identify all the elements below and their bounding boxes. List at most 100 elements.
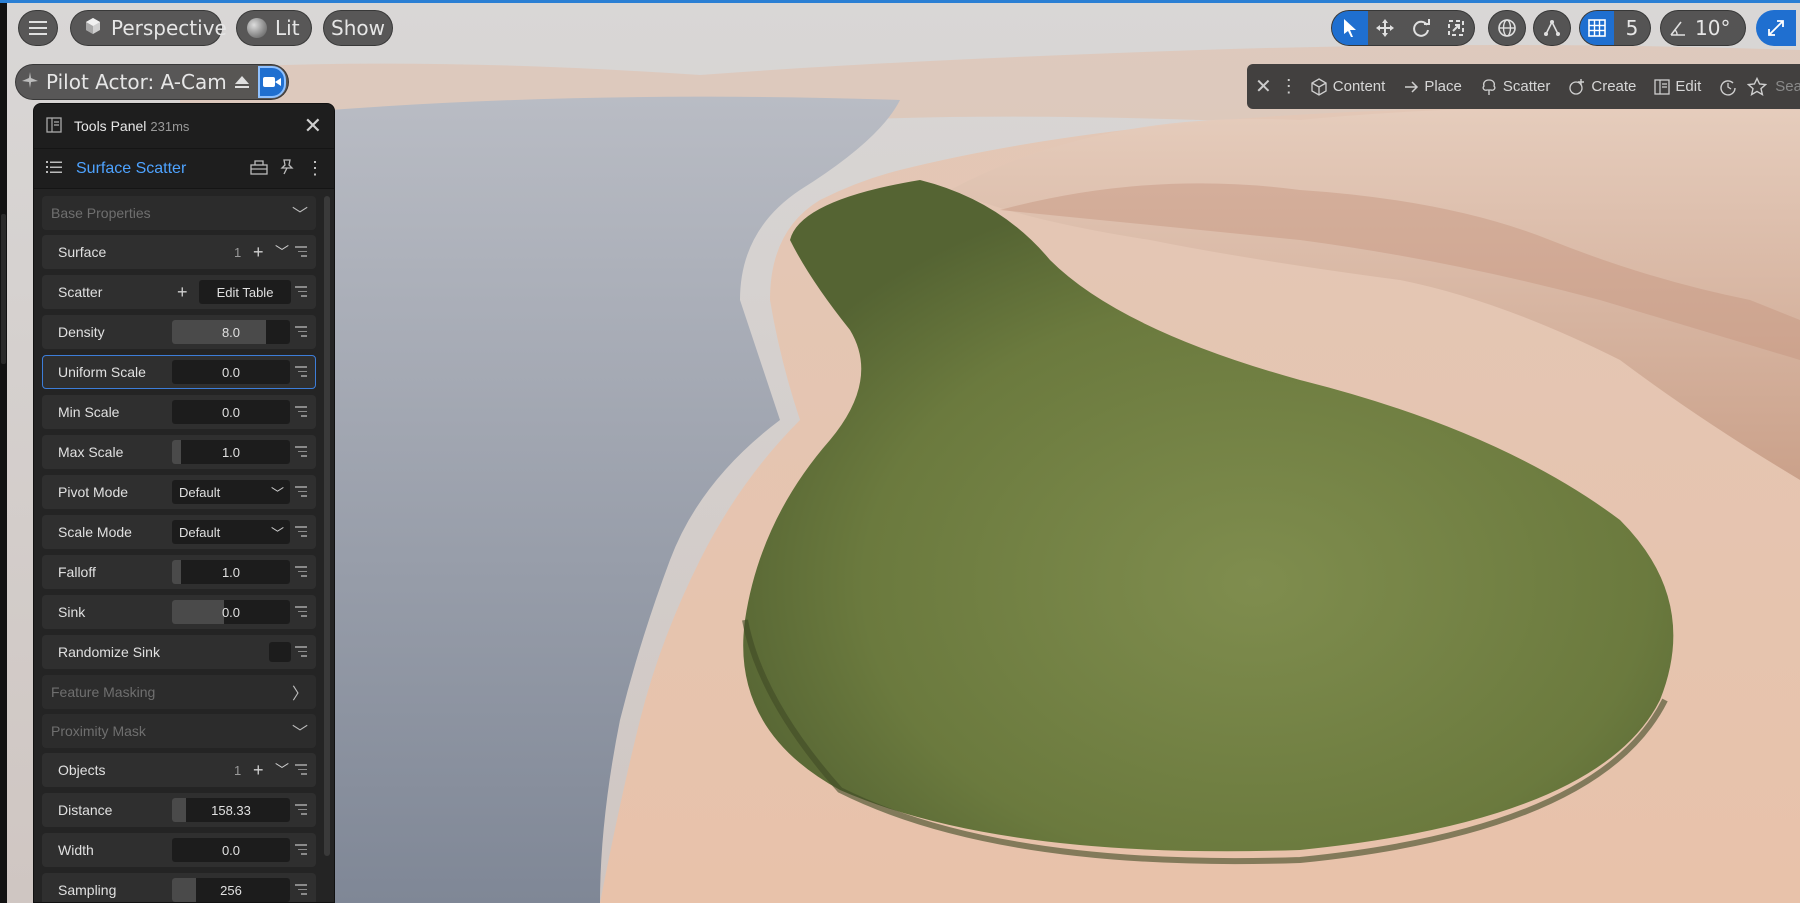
move-icon[interactable] [1368,11,1404,45]
row-scale-mode: Scale Mode Default ﹀ [42,515,316,549]
section-feature-masking[interactable]: Feature Masking 〉 [42,675,316,709]
row-menu-icon[interactable] [295,446,307,460]
pivot-mode-dropdown[interactable]: Default ﹀ [172,480,290,504]
row-menu-icon[interactable] [295,646,307,660]
row-menu-icon[interactable] [295,526,307,540]
mode-content[interactable]: Content [1310,77,1385,96]
mode-place[interactable]: Place [1403,78,1462,95]
chevron-down-icon[interactable]: ﹀ [275,760,289,780]
tool-header: Surface Scatter ⋮ [34,149,334,189]
mode-scatter[interactable]: Scatter [1480,78,1550,96]
camera-icon[interactable] [257,66,286,98]
lit-sphere-icon [247,18,267,38]
angle-snap-value[interactable]: 10° [1695,16,1730,40]
lit-button[interactable]: Lit [236,10,312,46]
scale-mode-dropdown[interactable]: Default ﹀ [172,520,290,544]
row-menu-icon[interactable] [295,764,307,778]
maximize-viewport-icon[interactable] [1756,10,1796,46]
randomize-sink-checkbox[interactable] [269,642,291,662]
chevron-down-icon[interactable]: ﹀ [275,242,289,262]
row-menu-icon[interactable] [295,804,307,818]
sink-field[interactable]: 0.0 [172,600,290,624]
section-base-properties-label: Base Properties [51,205,151,221]
select-arrow-icon[interactable] [1332,11,1368,45]
rotate-icon[interactable] [1403,11,1439,45]
row-menu-icon[interactable] [295,606,307,620]
mode-toolbar: ✕ ⋮ Content Place Scatter Create Edit Se… [1247,64,1800,109]
row-menu-icon[interactable] [295,486,307,500]
section-proximity-mask[interactable]: Proximity Mask ﹀ [42,714,316,748]
pin-icon[interactable] [280,159,294,178]
sink-label: Sink [58,604,86,620]
show-button[interactable]: Show [323,10,393,46]
row-scatter: Scatter + Edit Table [42,275,316,309]
falloff-field[interactable]: 1.0 [172,560,290,584]
history-icon[interactable] [1719,78,1737,96]
edit-table-button[interactable]: Edit Table [199,280,291,304]
row-menu-icon[interactable] [295,884,307,898]
search-mode-input[interactable]: Sear [1775,78,1800,95]
uniform-scale-field[interactable]: 0.0 [172,360,290,384]
world-space-icon[interactable] [1488,10,1526,46]
row-uniform-scale: Uniform Scale 0.0 [42,355,316,389]
cube-outline-icon [1311,77,1327,96]
tools-panel-title: Tools Panel [74,118,147,134]
angle-icon[interactable] [1661,11,1695,45]
viewport-menu-button[interactable] [18,10,58,46]
more-options-icon[interactable]: ⋮ [1280,76,1298,97]
max-scale-field[interactable]: 1.0 [172,440,290,464]
plus-circle-icon [1569,78,1585,95]
cube-icon [83,16,103,41]
favorites-star-icon[interactable] [1747,76,1768,97]
grid-snap-group[interactable]: 5 [1579,10,1651,46]
row-menu-icon[interactable] [295,246,307,260]
row-menu-icon[interactable] [295,286,307,300]
close-icon[interactable]: ✕ [1255,74,1272,99]
row-sampling: Sampling 256 [42,873,316,902]
mode-place-label: Place [1424,78,1462,95]
lit-label: Lit [275,16,300,40]
perspective-button[interactable]: Perspective [70,10,227,46]
sampling-field[interactable]: 256 [172,878,290,902]
distance-field[interactable]: 158.33 [172,798,290,822]
surface-count: 1 [234,244,242,260]
objects-label: Objects [58,762,106,778]
angle-snap-group[interactable]: 10° [1660,10,1746,46]
row-menu-icon[interactable] [295,366,307,380]
add-scatter-icon[interactable]: + [177,282,188,303]
pilot-actor-bar[interactable]: Pilot Actor: A-Cam [15,64,289,100]
width-field[interactable]: 0.0 [172,838,290,862]
row-falloff: Falloff 1.0 [42,555,316,589]
row-menu-icon[interactable] [295,326,307,340]
objects-count: 1 [234,762,242,778]
density-field[interactable]: 8.0 [172,320,290,344]
row-pivot-mode: Pivot Mode Default ﹀ [42,475,316,509]
mode-edit-label: Edit [1675,78,1702,95]
grid-snap-value[interactable]: 5 [1614,16,1650,40]
row-menu-icon[interactable] [295,566,307,580]
density-label: Density [58,324,105,340]
grid-icon[interactable] [1580,11,1614,45]
add-object-icon[interactable]: + [253,760,264,781]
tool-list-icon[interactable] [46,160,62,177]
row-menu-icon[interactable] [295,844,307,858]
mode-create[interactable]: Create [1568,78,1636,96]
preset-box-icon[interactable] [250,159,268,178]
tool-options-icon[interactable]: ⋮ [306,158,324,179]
close-panel-icon[interactable]: ✕ [304,113,322,139]
chevron-down-icon: ﹀ [291,725,308,742]
add-surface-icon[interactable]: + [253,242,264,263]
mode-edit[interactable]: Edit [1654,78,1701,95]
eject-icon[interactable] [231,67,254,97]
distance-label: Distance [58,802,113,818]
row-density: Density 8.0 [42,315,316,349]
row-menu-icon[interactable] [295,406,307,420]
min-scale-field[interactable]: 0.0 [172,400,290,424]
panel-scrollbar[interactable] [324,196,330,856]
width-label: Width [58,842,94,858]
section-base-properties[interactable]: Base Properties ﹀ [42,196,316,230]
section-proximity-mask-label: Proximity Mask [51,723,146,739]
scale-icon[interactable] [1439,11,1475,45]
max-scale-label: Max Scale [58,444,124,460]
surface-snap-icon[interactable] [1533,10,1571,46]
